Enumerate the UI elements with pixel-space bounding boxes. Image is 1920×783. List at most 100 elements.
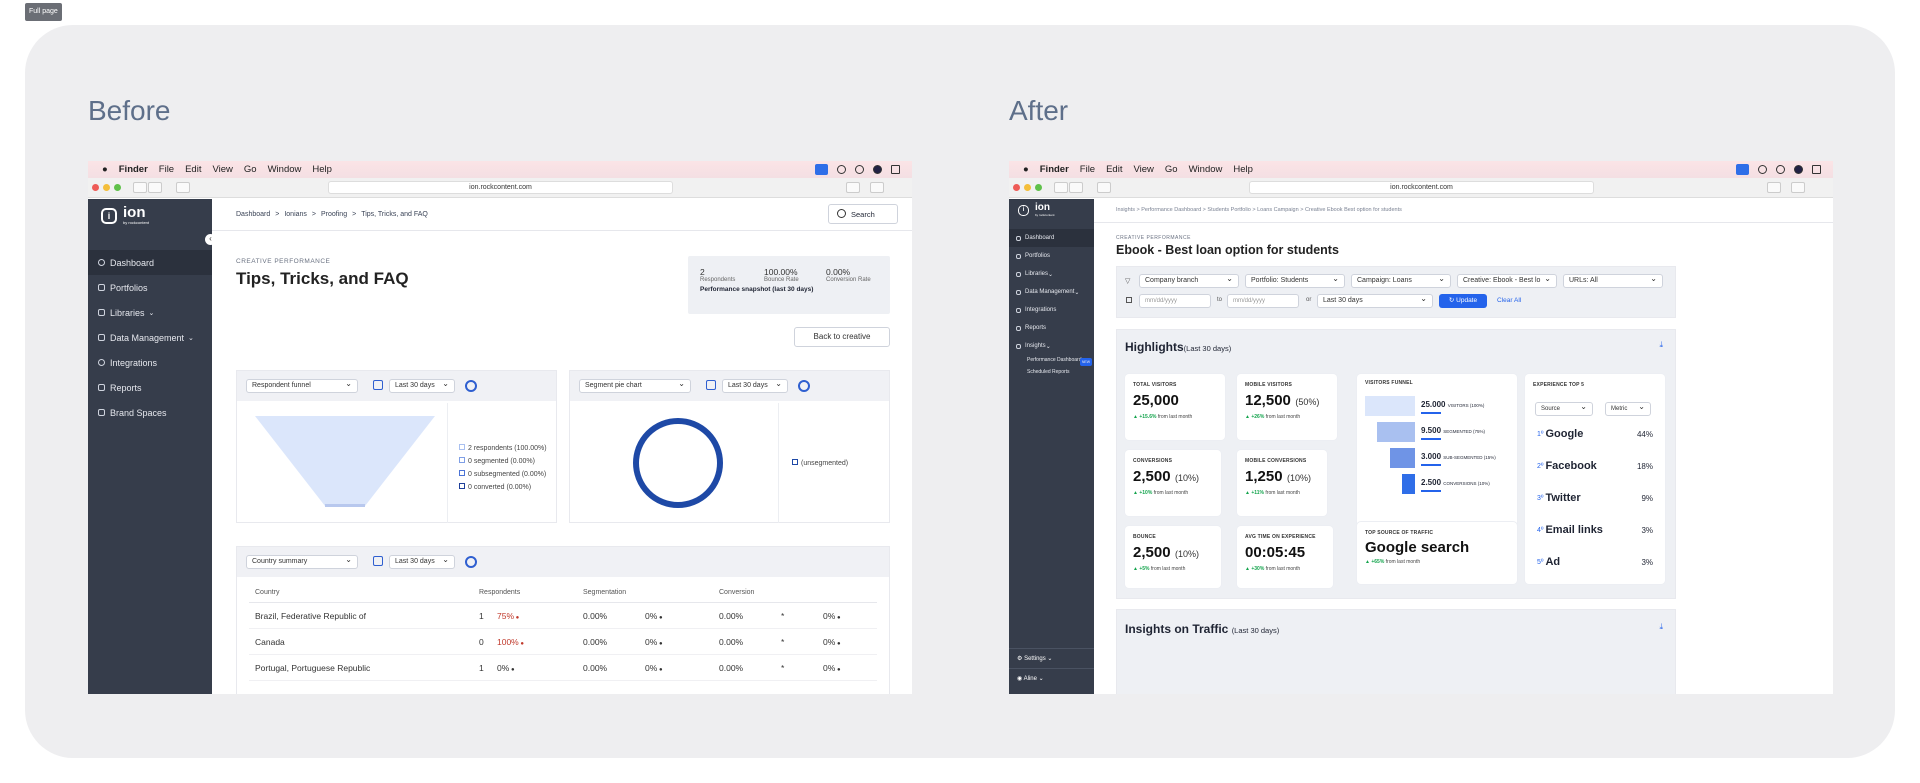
column-header[interactable]: Country xyxy=(249,589,479,602)
share-icon[interactable] xyxy=(1767,182,1781,193)
refresh-icon[interactable] xyxy=(465,380,477,392)
menu-window[interactable]: Window xyxy=(268,164,302,175)
ion-logo[interactable]: i ion by rockcontent xyxy=(1009,199,1094,221)
filter-campaign[interactable]: Campaign: Loans xyxy=(1351,273,1451,288)
close-dot[interactable] xyxy=(92,184,99,191)
menu-go[interactable]: Go xyxy=(244,164,257,175)
source-select[interactable]: Source xyxy=(1535,401,1593,416)
sidebar-item-integrations[interactable]: Integrations xyxy=(88,350,212,375)
sidebar-item-brand-spaces[interactable]: Brand Spaces xyxy=(88,400,212,425)
sidebar-item-portfolios[interactable]: Portfolios xyxy=(88,275,212,300)
date-range-select[interactable]: Last 30 days xyxy=(389,378,455,393)
date-range-select[interactable]: Last 30 days xyxy=(1317,293,1433,308)
country-select[interactable]: Country summary xyxy=(246,554,358,569)
wifi-icon[interactable] xyxy=(837,165,846,174)
column-header[interactable]: Respondents xyxy=(479,589,583,602)
top5-item[interactable]: 3º Twitter 9% xyxy=(1537,492,1653,504)
minimize-dot[interactable] xyxy=(103,184,110,191)
sidebar-item-insights[interactable]: Insights ⌄ xyxy=(1009,337,1094,355)
search-button[interactable]: Search xyxy=(828,204,898,224)
filter-creative[interactable]: Creative: Ebook - Best lo xyxy=(1457,274,1557,288)
sidebar-item-reports[interactable]: Reports xyxy=(1009,319,1094,337)
clear-all-link[interactable]: Clear All xyxy=(1497,297,1521,304)
menu-go[interactable]: Go xyxy=(1165,164,1178,175)
sidebar-item-data-management[interactable]: Data Management ⌄ xyxy=(88,325,212,350)
ion-logo[interactable]: i ion by rockcontent xyxy=(88,199,212,232)
breadcrumb-item[interactable]: Dashboard xyxy=(236,211,270,218)
apple-icon[interactable]: ● xyxy=(102,164,108,175)
search-icon[interactable] xyxy=(1776,165,1785,174)
menu-file[interactable]: File xyxy=(159,164,174,175)
settings-item[interactable]: ⚙ Settings ⌄ xyxy=(1009,648,1094,668)
tabs-icon[interactable] xyxy=(870,182,884,193)
start-date-input[interactable]: mm/dd/yyyy xyxy=(1139,294,1211,308)
breadcrumb-item[interactable]: Ionians xyxy=(284,211,307,218)
sidebar-item-dashboard[interactable]: Dashboard xyxy=(1009,229,1094,247)
pie-select[interactable]: Segment pie chart xyxy=(579,378,691,393)
breadcrumb-item[interactable]: Tips, Tricks, and FAQ xyxy=(361,211,428,218)
top5-item[interactable]: 2º Facebook 18% xyxy=(1537,460,1653,472)
minimize-dot[interactable] xyxy=(1024,184,1031,191)
menu-help[interactable]: Help xyxy=(312,164,332,175)
table-row[interactable]: Canada 0 100% ● 0.00% 0% ● 0.00% * 0% ● xyxy=(249,629,877,655)
close-dot[interactable] xyxy=(1013,184,1020,191)
back-nav-icon[interactable] xyxy=(133,182,147,193)
table-row[interactable]: Portugal, Portuguese Republic 1 0% ● 0.00% 0… xyxy=(249,655,877,681)
siri-icon[interactable] xyxy=(1794,165,1803,174)
download-icon[interactable]: ⤓ xyxy=(1659,340,1663,350)
filter-urls[interactable]: URLs: All xyxy=(1563,273,1663,288)
refresh-icon[interactable] xyxy=(798,380,810,392)
list-icon[interactable] xyxy=(891,165,900,174)
filter-company[interactable]: Company branch xyxy=(1139,273,1239,288)
column-header[interactable]: Segmentation xyxy=(583,589,719,602)
share-icon[interactable] xyxy=(846,182,860,193)
menu-view[interactable]: View xyxy=(212,164,232,175)
sidebar-subitem-performance-dashboard[interactable]: Performance Dashboard NEW xyxy=(1027,355,1094,366)
column-header[interactable]: Conversion xyxy=(719,589,754,602)
sidebar-item-libraries[interactable]: Libraries ⌄ xyxy=(1009,265,1094,283)
filter-portfolio[interactable]: Portfolio: Students xyxy=(1245,273,1345,288)
sidebar-toggle-icon[interactable] xyxy=(1097,182,1111,193)
zoom-dot[interactable] xyxy=(1035,184,1042,191)
sidebar-item-integrations[interactable]: Integrations xyxy=(1009,301,1094,319)
funnel-select[interactable]: Respondent funnel xyxy=(246,378,358,393)
back-to-creative-button[interactable]: Back to creative xyxy=(794,327,890,347)
back-nav-icon[interactable] xyxy=(1054,182,1068,193)
full-page-badge[interactable]: Full page xyxy=(25,3,62,21)
search-icon[interactable] xyxy=(855,165,864,174)
siri-icon[interactable] xyxy=(873,165,882,174)
menu-window[interactable]: Window xyxy=(1189,164,1223,175)
user-item[interactable]: ◉ Aline ⌄ xyxy=(1009,668,1094,688)
top5-item[interactable]: 4º Email links 3% xyxy=(1537,524,1653,536)
refresh-icon[interactable] xyxy=(465,556,477,568)
sidebar-item-reports[interactable]: Reports xyxy=(88,375,212,400)
apple-icon[interactable]: ● xyxy=(1023,164,1029,175)
breadcrumb-item[interactable]: Proofing xyxy=(321,211,347,218)
wifi-icon[interactable] xyxy=(1758,165,1767,174)
date-range-select[interactable]: Last 30 days xyxy=(722,378,788,393)
sidebar-item-portfolios[interactable]: Portfolios xyxy=(1009,247,1094,265)
breadcrumb[interactable]: Insights > Performance Dashboard > Stude… xyxy=(1116,207,1402,213)
forward-nav-icon[interactable] xyxy=(1069,182,1083,193)
calendar-icon[interactable] xyxy=(706,380,716,390)
address-bar[interactable]: ion.rockcontent.com xyxy=(328,181,673,194)
calendar-icon[interactable] xyxy=(373,556,383,566)
sidebar-toggle-icon[interactable] xyxy=(176,182,190,193)
calendar-icon[interactable] xyxy=(373,380,383,390)
zoom-dot[interactable] xyxy=(114,184,121,191)
sidebar-item-data-management[interactable]: Data Management ⌄ xyxy=(1009,283,1094,301)
sidebar-subitem-scheduled-reports[interactable]: Scheduled Reports xyxy=(1027,365,1094,379)
menu-file[interactable]: File xyxy=(1080,164,1095,175)
menu-view[interactable]: View xyxy=(1133,164,1153,175)
download-icon[interactable]: ⤓ xyxy=(1659,622,1663,632)
address-bar[interactable]: ion.rockcontent.com xyxy=(1249,181,1594,194)
menu-finder[interactable]: Finder xyxy=(1040,164,1069,175)
top5-item[interactable]: 5º Ad 3% xyxy=(1537,556,1653,568)
status-app-icon[interactable] xyxy=(1736,164,1749,175)
top5-item[interactable]: 1º Google 44% xyxy=(1537,428,1653,440)
update-button[interactable]: ↻ Update xyxy=(1439,294,1487,308)
status-app-icon[interactable] xyxy=(815,164,828,175)
menu-edit[interactable]: Edit xyxy=(185,164,201,175)
sidebar-item-libraries[interactable]: Libraries ⌄ xyxy=(88,300,212,325)
sidebar-item-dashboard[interactable]: Dashboard xyxy=(88,250,212,275)
